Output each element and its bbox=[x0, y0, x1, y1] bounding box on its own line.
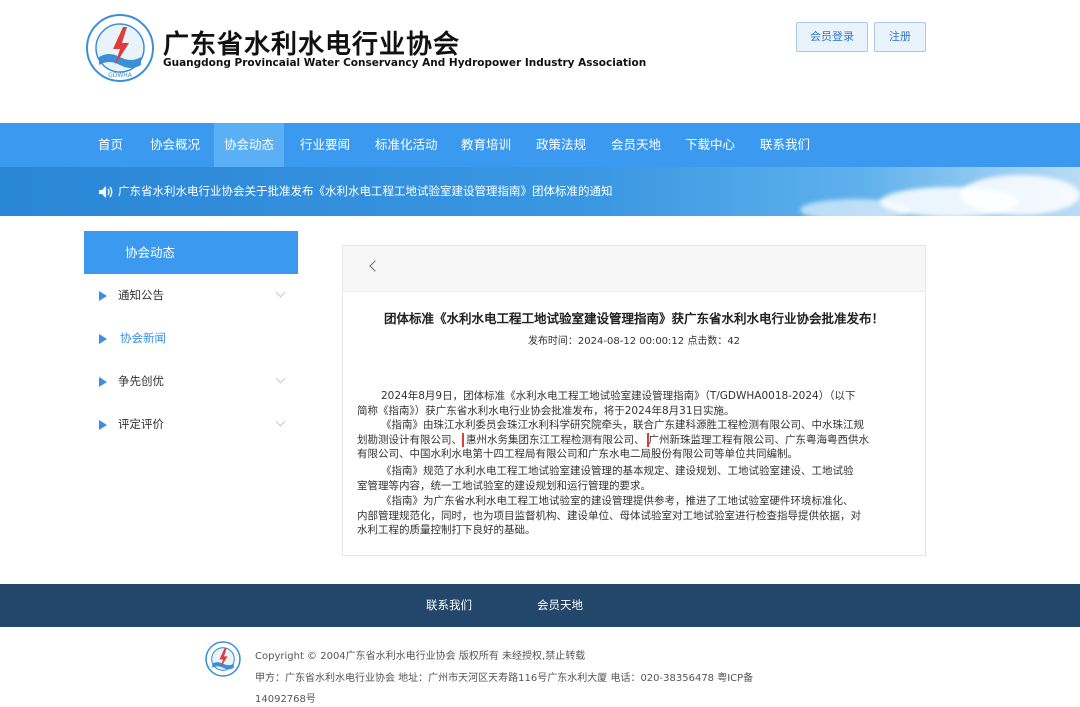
article-toolbar bbox=[343, 246, 925, 292]
article-paragraph: 《指南》由珠江水利委员会珠江水利科学研究院牵头，联合广东建科源胜工程检测有限公司… bbox=[357, 418, 913, 462]
nav-download[interactable]: 下载中心 bbox=[675, 123, 745, 167]
sidebar-item-excellence[interactable]: 争先创优 bbox=[84, 360, 298, 403]
footer-nav: 联系我们 会员天地 bbox=[0, 584, 1080, 627]
footer-icp: 14092768号 bbox=[255, 694, 316, 705]
sidebar: 协会动态 通知公告 协会新闻 争先创优 评定评价 bbox=[84, 231, 298, 446]
sidebar-item-label: 通知公告 bbox=[118, 288, 164, 302]
text-line: 《指南》规范了水利水电工程工地试验室建设管理的基本规定、建设规划、工地试验室建设… bbox=[381, 465, 854, 477]
site-title: 广东省水利水电行业协会 bbox=[163, 30, 461, 60]
text-line: 室管理等内容，统一工地试验室的建设规划和运行管理的要求。 bbox=[357, 479, 651, 492]
footer-logo-icon bbox=[205, 641, 241, 677]
article-paragraph: 2024年8月9日，团体标准《水利水电工程工地试验室建设管理指南》（T/GDWH… bbox=[357, 389, 913, 418]
nav-education[interactable]: 教育培训 bbox=[451, 123, 521, 167]
nav-standards[interactable]: 标准化活动 bbox=[365, 123, 448, 167]
triangle-right-icon bbox=[99, 334, 107, 344]
footer-link-members[interactable]: 会员天地 bbox=[537, 584, 583, 627]
announcement-banner: 广东省水利水电行业协会关于批准发布《水利水电工程工地试验室建设管理指南》团体标准… bbox=[0, 167, 1080, 216]
text-line: 有限公司、中国水利水电第十四工程局有限公司和广东水电二局股份有限公司等单位共同编… bbox=[357, 448, 798, 460]
nav-industry[interactable]: 行业要闻 bbox=[290, 123, 360, 167]
site-subtitle: Guangdong Provincaial Water Conservancy … bbox=[163, 57, 647, 69]
sidebar-item-evaluation[interactable]: 评定评价 bbox=[84, 403, 298, 446]
logo-text: GDWHA bbox=[108, 72, 133, 79]
text-segment: 划勘测设计有限公司、 bbox=[357, 433, 462, 446]
highlighted-company: 惠州水务集团东江工程检测有限公司、 bbox=[462, 432, 649, 447]
text-segment: 广州新珠监理工程有限公司、广东粤海粤西供水 bbox=[648, 433, 870, 446]
member-login-button[interactable]: 会员登录 bbox=[796, 22, 868, 52]
nav-policy[interactable]: 政策法规 bbox=[526, 123, 596, 167]
triangle-right-icon bbox=[99, 420, 107, 430]
nav-contact[interactable]: 联系我们 bbox=[750, 123, 820, 167]
site-header: GDWHA 广东省水利水电行业协会 Guangdong Provincaial … bbox=[0, 0, 1080, 123]
nav-home[interactable]: 首页 bbox=[88, 123, 133, 167]
article-paragraph: 《指南》为广东省水利水电工程工地试验室的建设管理提供参考，推进了工地试验室硬件环… bbox=[357, 494, 913, 538]
nav-news[interactable]: 协会动态 bbox=[214, 123, 285, 167]
back-chevron-icon[interactable] bbox=[369, 260, 381, 272]
triangle-right-icon bbox=[99, 377, 107, 387]
association-logo-icon[interactable]: GDWHA bbox=[85, 13, 155, 83]
text-line: 2024年8月9日，团体标准《水利水电工程工地试验室建设管理指南》（T/GDWH… bbox=[381, 390, 856, 402]
article-meta: 发布时间：2024-08-12 00:00:12 点击数：42 bbox=[527, 336, 741, 347]
footer-address: 甲方：广东省水利水电行业协会 地址：广州市天河区天寿路116号广东水利大厦 电话… bbox=[255, 673, 754, 684]
sidebar-header: 协会动态 bbox=[84, 231, 298, 274]
speaker-icon bbox=[99, 186, 113, 198]
cloud-decoration bbox=[800, 199, 910, 216]
chevron-down-icon[interactable] bbox=[275, 416, 286, 427]
sidebar-item-notices[interactable]: 通知公告 bbox=[84, 274, 298, 317]
text-line: 《指南》为广东省水利水电工程工地试验室的建设管理提供参考，推进了工地试验室硬件环… bbox=[381, 495, 854, 507]
article-title: 团体标准《水利水电工程工地试验室建设管理指南》获广东省水利水电行业协会批准发布！ bbox=[383, 311, 884, 326]
text-line: 水利工程的质量控制打下良好的基础。 bbox=[357, 524, 536, 536]
text-line: 划勘测设计有限公司、 惠州水务集团东江工程检测有限公司、 广州新珠监理工程有限公司、… bbox=[357, 432, 913, 447]
footer-link-contact[interactable]: 联系我们 bbox=[426, 584, 472, 627]
main-nav: 首页 协会概况 协会动态 行业要闻 标准化活动 教育培训 政策法规 会员天地 下… bbox=[0, 123, 1080, 167]
banner-announcement-link[interactable]: 广东省水利水电行业协会关于批准发布《水利水电工程工地试验室建设管理指南》团体标准… bbox=[118, 167, 613, 216]
text-line: 内部管理规范化，同时，也为项目监督机构、建设单位、母体试验室对工地试验室进行检查… bbox=[357, 509, 861, 522]
text-line: 简称《指南》）获广东省水利水电行业协会批准发布，将于2024年8月31日实施。 bbox=[357, 404, 735, 417]
article-paragraph: 《指南》规范了水利水电工程工地试验室建设管理的基本规定、建设规划、工地试验室建设… bbox=[357, 464, 913, 493]
article-panel: 团体标准《水利水电工程工地试验室建设管理指南》获广东省水利水电行业协会批准发布！… bbox=[342, 245, 926, 556]
chevron-down-icon[interactable] bbox=[275, 287, 286, 298]
sidebar-item-association-news[interactable]: 协会新闻 bbox=[84, 317, 298, 360]
text-line: 《指南》由珠江水利委员会珠江水利科学研究院牵头，联合广东建科源胜工程检测有限公司… bbox=[381, 419, 864, 431]
sidebar-item-label: 争先创优 bbox=[118, 374, 164, 388]
register-button[interactable]: 注册 bbox=[874, 22, 926, 52]
nav-members[interactable]: 会员天地 bbox=[601, 123, 671, 167]
nav-about[interactable]: 协会概况 bbox=[140, 123, 210, 167]
chevron-down-icon[interactable] bbox=[275, 373, 286, 384]
sidebar-item-label: 协会新闻 bbox=[120, 331, 166, 345]
sidebar-item-label: 评定评价 bbox=[118, 417, 164, 431]
triangle-right-icon bbox=[99, 291, 107, 301]
cloud-decoration bbox=[960, 175, 1080, 215]
footer-copyright: Copyright © 2004广东省水利水电行业协会 版权所有 未经授权,禁止… bbox=[255, 651, 586, 662]
